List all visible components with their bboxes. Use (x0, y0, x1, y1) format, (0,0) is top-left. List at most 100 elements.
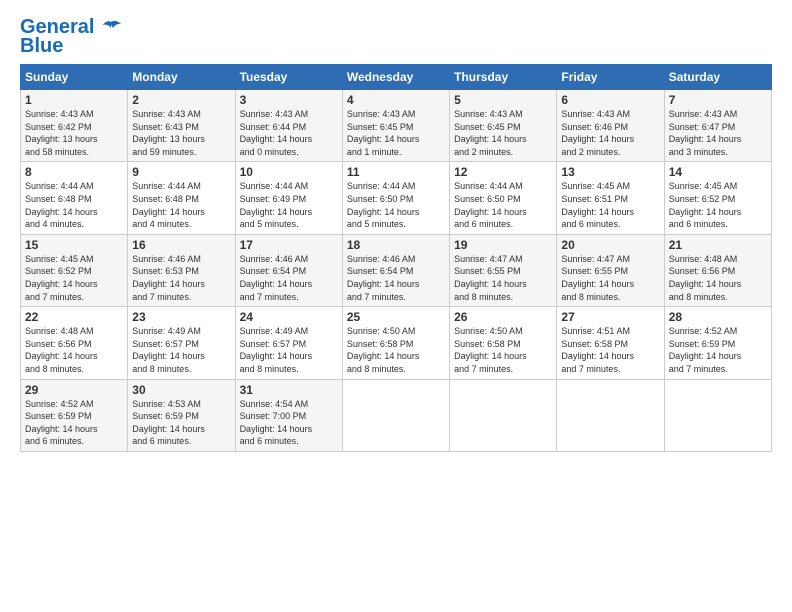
day-number: 20 (561, 238, 659, 252)
day-number: 21 (669, 238, 767, 252)
day-info: Sunrise: 4:45 AM Sunset: 6:52 PM Dayligh… (25, 253, 123, 303)
day-cell: 17Sunrise: 4:46 AM Sunset: 6:54 PM Dayli… (235, 234, 342, 306)
day-number: 19 (454, 238, 552, 252)
day-cell: 7Sunrise: 4:43 AM Sunset: 6:47 PM Daylig… (664, 90, 771, 162)
day-info: Sunrise: 4:44 AM Sunset: 6:50 PM Dayligh… (347, 180, 445, 230)
day-header-wednesday: Wednesday (342, 65, 449, 90)
day-number: 29 (25, 383, 123, 397)
day-number: 3 (240, 93, 338, 107)
day-info: Sunrise: 4:43 AM Sunset: 6:44 PM Dayligh… (240, 108, 338, 158)
day-info: Sunrise: 4:43 AM Sunset: 6:43 PM Dayligh… (132, 108, 230, 158)
logo-line2: Blue (20, 35, 63, 58)
day-info: Sunrise: 4:50 AM Sunset: 6:58 PM Dayligh… (454, 325, 552, 375)
day-number: 8 (25, 165, 123, 179)
day-info: Sunrise: 4:45 AM Sunset: 6:52 PM Dayligh… (669, 180, 767, 230)
day-info: Sunrise: 4:46 AM Sunset: 6:53 PM Dayligh… (132, 253, 230, 303)
day-info: Sunrise: 4:44 AM Sunset: 6:50 PM Dayligh… (454, 180, 552, 230)
day-number: 27 (561, 310, 659, 324)
day-number: 25 (347, 310, 445, 324)
day-number: 28 (669, 310, 767, 324)
day-info: Sunrise: 4:43 AM Sunset: 6:47 PM Dayligh… (669, 108, 767, 158)
day-number: 7 (669, 93, 767, 107)
day-cell: 8Sunrise: 4:44 AM Sunset: 6:48 PM Daylig… (21, 162, 128, 234)
day-cell: 26Sunrise: 4:50 AM Sunset: 6:58 PM Dayli… (450, 307, 557, 379)
day-cell: 15Sunrise: 4:45 AM Sunset: 6:52 PM Dayli… (21, 234, 128, 306)
day-number: 16 (132, 238, 230, 252)
day-info: Sunrise: 4:44 AM Sunset: 6:48 PM Dayligh… (25, 180, 123, 230)
day-info: Sunrise: 4:53 AM Sunset: 6:59 PM Dayligh… (132, 398, 230, 448)
day-cell: 9Sunrise: 4:44 AM Sunset: 6:48 PM Daylig… (128, 162, 235, 234)
day-header-tuesday: Tuesday (235, 65, 342, 90)
day-cell: 28Sunrise: 4:52 AM Sunset: 6:59 PM Dayli… (664, 307, 771, 379)
day-number: 6 (561, 93, 659, 107)
day-info: Sunrise: 4:47 AM Sunset: 6:55 PM Dayligh… (561, 253, 659, 303)
day-number: 22 (25, 310, 123, 324)
day-cell: 30Sunrise: 4:53 AM Sunset: 6:59 PM Dayli… (128, 379, 235, 451)
day-cell: 25Sunrise: 4:50 AM Sunset: 6:58 PM Dayli… (342, 307, 449, 379)
day-number: 23 (132, 310, 230, 324)
day-header-saturday: Saturday (664, 65, 771, 90)
day-cell (664, 379, 771, 451)
day-info: Sunrise: 4:52 AM Sunset: 6:59 PM Dayligh… (669, 325, 767, 375)
day-cell: 22Sunrise: 4:48 AM Sunset: 6:56 PM Dayli… (21, 307, 128, 379)
day-cell: 2Sunrise: 4:43 AM Sunset: 6:43 PM Daylig… (128, 90, 235, 162)
day-cell (557, 379, 664, 451)
week-row-4: 22Sunrise: 4:48 AM Sunset: 6:56 PM Dayli… (21, 307, 772, 379)
day-cell: 24Sunrise: 4:49 AM Sunset: 6:57 PM Dayli… (235, 307, 342, 379)
day-number: 26 (454, 310, 552, 324)
day-info: Sunrise: 4:46 AM Sunset: 6:54 PM Dayligh… (347, 253, 445, 303)
day-cell: 11Sunrise: 4:44 AM Sunset: 6:50 PM Dayli… (342, 162, 449, 234)
logo-bird-icon (101, 20, 121, 36)
day-info: Sunrise: 4:43 AM Sunset: 6:46 PM Dayligh… (561, 108, 659, 158)
day-info: Sunrise: 4:52 AM Sunset: 6:59 PM Dayligh… (25, 398, 123, 448)
week-row-1: 1Sunrise: 4:43 AM Sunset: 6:42 PM Daylig… (21, 90, 772, 162)
day-info: Sunrise: 4:50 AM Sunset: 6:58 PM Dayligh… (347, 325, 445, 375)
day-cell: 6Sunrise: 4:43 AM Sunset: 6:46 PM Daylig… (557, 90, 664, 162)
day-cell: 20Sunrise: 4:47 AM Sunset: 6:55 PM Dayli… (557, 234, 664, 306)
day-number: 30 (132, 383, 230, 397)
day-cell: 16Sunrise: 4:46 AM Sunset: 6:53 PM Dayli… (128, 234, 235, 306)
week-row-3: 15Sunrise: 4:45 AM Sunset: 6:52 PM Dayli… (21, 234, 772, 306)
day-info: Sunrise: 4:46 AM Sunset: 6:54 PM Dayligh… (240, 253, 338, 303)
day-number: 31 (240, 383, 338, 397)
day-number: 1 (25, 93, 123, 107)
day-info: Sunrise: 4:48 AM Sunset: 6:56 PM Dayligh… (25, 325, 123, 375)
day-info: Sunrise: 4:44 AM Sunset: 6:48 PM Dayligh… (132, 180, 230, 230)
day-info: Sunrise: 4:47 AM Sunset: 6:55 PM Dayligh… (454, 253, 552, 303)
day-number: 13 (561, 165, 659, 179)
day-info: Sunrise: 4:43 AM Sunset: 6:42 PM Dayligh… (25, 108, 123, 158)
day-cell: 13Sunrise: 4:45 AM Sunset: 6:51 PM Dayli… (557, 162, 664, 234)
logo: General Blue (20, 16, 121, 58)
day-cell: 10Sunrise: 4:44 AM Sunset: 6:49 PM Dayli… (235, 162, 342, 234)
day-header-sunday: Sunday (21, 65, 128, 90)
day-cell: 1Sunrise: 4:43 AM Sunset: 6:42 PM Daylig… (21, 90, 128, 162)
day-cell: 14Sunrise: 4:45 AM Sunset: 6:52 PM Dayli… (664, 162, 771, 234)
day-cell: 18Sunrise: 4:46 AM Sunset: 6:54 PM Dayli… (342, 234, 449, 306)
day-info: Sunrise: 4:43 AM Sunset: 6:45 PM Dayligh… (347, 108, 445, 158)
header-row: SundayMondayTuesdayWednesdayThursdayFrid… (21, 65, 772, 90)
day-number: 18 (347, 238, 445, 252)
day-number: 10 (240, 165, 338, 179)
day-cell: 23Sunrise: 4:49 AM Sunset: 6:57 PM Dayli… (128, 307, 235, 379)
day-cell (450, 379, 557, 451)
day-cell: 3Sunrise: 4:43 AM Sunset: 6:44 PM Daylig… (235, 90, 342, 162)
day-number: 24 (240, 310, 338, 324)
day-header-thursday: Thursday (450, 65, 557, 90)
day-number: 9 (132, 165, 230, 179)
day-cell: 29Sunrise: 4:52 AM Sunset: 6:59 PM Dayli… (21, 379, 128, 451)
day-number: 15 (25, 238, 123, 252)
day-header-monday: Monday (128, 65, 235, 90)
day-cell: 27Sunrise: 4:51 AM Sunset: 6:58 PM Dayli… (557, 307, 664, 379)
header: General Blue (20, 16, 772, 58)
day-number: 11 (347, 165, 445, 179)
day-info: Sunrise: 4:49 AM Sunset: 6:57 PM Dayligh… (240, 325, 338, 375)
calendar-table: SundayMondayTuesdayWednesdayThursdayFrid… (20, 64, 772, 452)
day-cell (342, 379, 449, 451)
day-number: 12 (454, 165, 552, 179)
day-cell: 4Sunrise: 4:43 AM Sunset: 6:45 PM Daylig… (342, 90, 449, 162)
day-number: 2 (132, 93, 230, 107)
day-number: 14 (669, 165, 767, 179)
day-info: Sunrise: 4:51 AM Sunset: 6:58 PM Dayligh… (561, 325, 659, 375)
day-cell: 19Sunrise: 4:47 AM Sunset: 6:55 PM Dayli… (450, 234, 557, 306)
day-cell: 5Sunrise: 4:43 AM Sunset: 6:45 PM Daylig… (450, 90, 557, 162)
